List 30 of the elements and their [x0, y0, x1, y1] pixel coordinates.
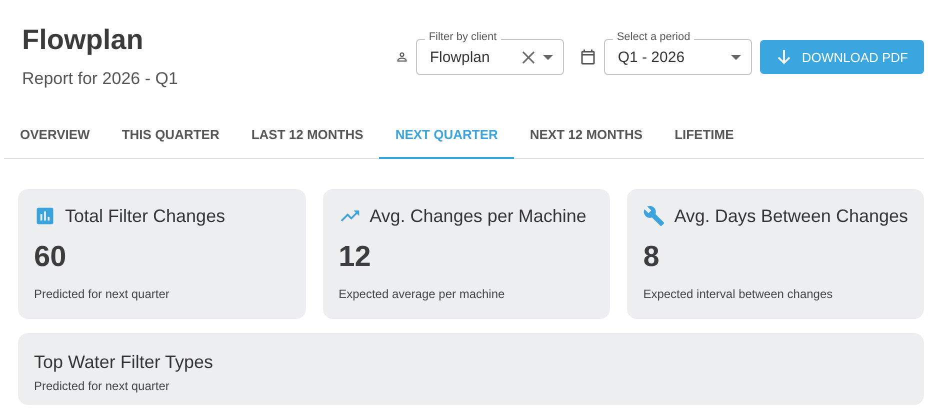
- stat-title: Total Filter Changes: [65, 206, 226, 226]
- stat-title: Avg. Changes per Machine: [370, 206, 586, 226]
- stat-caption: Expected average per machine: [338, 287, 506, 301]
- download-icon: [776, 49, 792, 65]
- tab[interactable]: OVERVIEW: [4, 113, 106, 159]
- tab[interactable]: LAST 12 MONTHS: [235, 113, 380, 159]
- wrench-icon: [643, 205, 666, 227]
- card-caption: Predicted for next quarter: [34, 379, 170, 393]
- calendar-icon: [578, 48, 597, 66]
- stat-value: 12: [338, 241, 371, 274]
- field-value: Flowplan: [430, 48, 491, 66]
- caret-icon[interactable]: [542, 54, 553, 60]
- field-label: Select a period: [612, 31, 694, 43]
- field-value: Q1 - 2026: [618, 48, 686, 66]
- app-title: Flowplan: [22, 24, 144, 56]
- clear-icon[interactable]: [522, 50, 535, 64]
- stat-value: 60: [34, 241, 66, 274]
- stat-caption: Predicted for next quarter: [34, 287, 170, 301]
- card-title: Top Water Filter Types: [34, 352, 214, 373]
- bar-chart-icon: [34, 205, 56, 227]
- person-icon: [394, 50, 409, 64]
- field-label: Filter by client: [424, 31, 501, 43]
- report-subtitle: Report for 2026 - Q1: [22, 69, 178, 89]
- stat-value: 8: [643, 241, 660, 274]
- stat-caption: Expected interval between changes: [643, 287, 834, 301]
- tab[interactable]: NEXT 12 MONTHS: [514, 113, 659, 159]
- tab[interactable]: LIFETIME: [658, 113, 750, 159]
- tab[interactable]: THIS QUARTER: [106, 113, 236, 159]
- caret-icon[interactable]: [730, 54, 741, 60]
- stat-title: Avg. Days Between Changes: [674, 206, 908, 226]
